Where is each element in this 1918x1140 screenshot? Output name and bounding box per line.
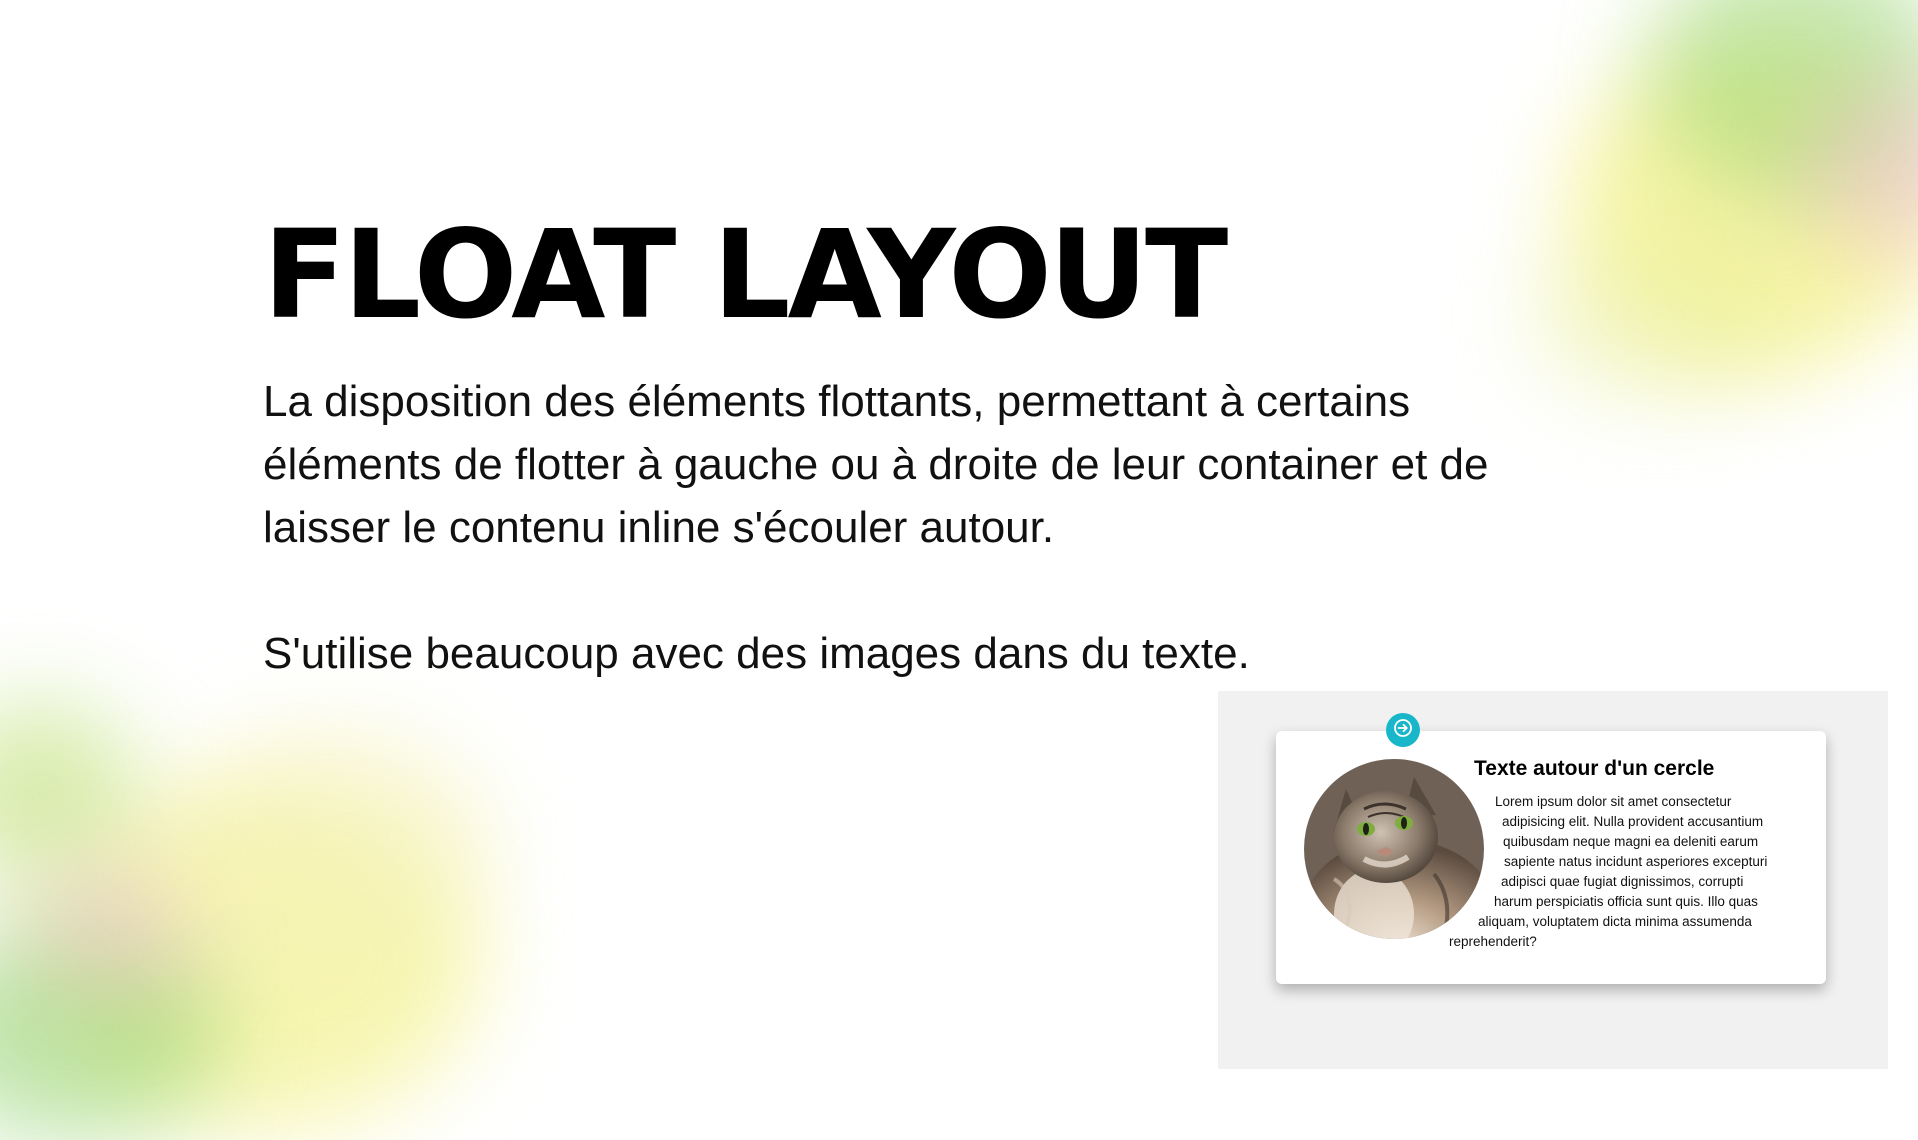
card-text-line: quibusdam neque magni ea deleniti earum [1503, 834, 1759, 849]
card-text-line: adipisicing elit. Nulla provident accusa… [1502, 814, 1764, 829]
demo-card: Texte autour d'un cercle Lorem ipsum dol… [1276, 731, 1826, 984]
decorative-gradient-blob [1800, 80, 1918, 260]
slide-title: FLOAT LAYOUT [263, 204, 1228, 346]
card-title: Texte autour d'un cercle [1474, 757, 1715, 780]
slide-description: La disposition des éléments flottants, p… [263, 377, 1489, 552]
card-text-line: harum perspiciatis officia sunt quis. Il… [1494, 894, 1758, 909]
card-text-line: sapiente natus incidunt asperiores excep… [1504, 854, 1768, 869]
arrow-right-icon [1393, 718, 1413, 742]
decorative-gradient-blob [30, 860, 200, 1000]
card-text-line: reprehenderit? [1449, 934, 1537, 949]
card-text-line: adipisci quae fugiat dignissimos, corrup… [1501, 874, 1744, 889]
float-demo-preview: Texte autour d'un cercle Lorem ipsum dol… [1218, 691, 1888, 1069]
arrow-button[interactable] [1386, 713, 1420, 747]
slide-note: S'utilise beaucoup avec des images dans … [263, 629, 1250, 678]
decorative-gradient-blob [1570, 40, 1918, 370]
cat-photo [1304, 759, 1484, 939]
decorative-gradient-blob [0, 700, 140, 890]
decorative-gradient-blob [0, 920, 220, 1140]
card-text-line: Lorem ipsum dolor sit amet consectetur [1495, 794, 1732, 809]
decorative-gradient-blob [40, 790, 480, 1130]
decorative-gradient-blob [170, 730, 490, 950]
card-text-line: aliquam, voluptatem dicta minima assumen… [1478, 914, 1752, 929]
decorative-gradient-blob [1650, 0, 1918, 200]
